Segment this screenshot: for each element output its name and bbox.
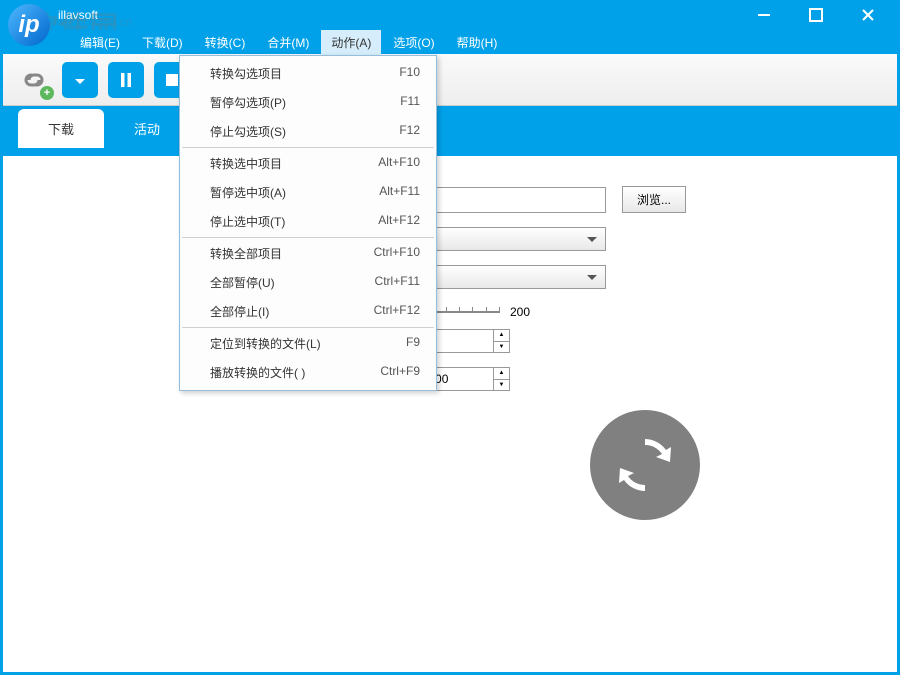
app-logo: ip xyxy=(8,4,50,46)
menu-edit[interactable]: 编辑(E) xyxy=(70,30,130,55)
row-starttime: ▲▼ xyxy=(20,329,880,353)
dd-pause-selected[interactable]: 暂停选中项(A)Alt+F11 xyxy=(182,178,434,207)
close-button[interactable] xyxy=(856,3,880,27)
dd-pause-all[interactable]: 全部暂停(U)Ctrl+F11 xyxy=(182,268,434,297)
menu-download[interactable]: 下载(D) xyxy=(132,30,193,55)
menu-help[interactable]: 帮助(H) xyxy=(447,30,508,55)
dd-stop-selected[interactable]: 停止选中项(T)Alt+F12 xyxy=(182,207,434,236)
content-area: 浏览... 200 xyxy=(0,156,900,435)
menu-action[interactable]: 动作(A) xyxy=(321,30,381,55)
dd-pause-checked[interactable]: 暂停勾选项(P)F11 xyxy=(182,88,434,117)
minimize-button[interactable] xyxy=(752,3,776,27)
dd-convert-checked[interactable]: 转换勾选项目F10 xyxy=(182,59,434,88)
row-endtime: 结束时间: 0:00:00.000 ▲▼ xyxy=(20,367,880,391)
pause-button[interactable] xyxy=(108,62,144,98)
titlebar: ip illavsoft xyxy=(0,0,900,30)
action-dropdown-menu: 转换勾选项目F10 暂停勾选项(P)F11 停止勾选项(S)F12 转换选中项目… xyxy=(179,55,437,391)
row-slider: 200 xyxy=(20,303,880,321)
plus-icon: + xyxy=(40,86,54,100)
dd-convert-selected[interactable]: 转换选中项目Alt+F10 xyxy=(182,149,434,178)
refresh-icon xyxy=(615,435,675,495)
dd-locate-file[interactable]: 定位到转换的文件(L)F9 xyxy=(182,329,434,358)
download-button[interactable] xyxy=(62,62,98,98)
dd-convert-all[interactable]: 转换全部项目Ctrl+F10 xyxy=(182,239,434,268)
window-controls xyxy=(752,3,892,27)
add-link-button[interactable]: + xyxy=(16,62,52,98)
menu-convert[interactable]: 转换(C) xyxy=(195,30,256,55)
left-border xyxy=(0,0,3,675)
tab-activity[interactable]: 活动 xyxy=(104,109,190,148)
dd-stop-checked[interactable]: 停止勾选项(S)F12 xyxy=(182,117,434,146)
content-accent-bar xyxy=(0,148,900,156)
start-time-spinner[interactable]: ▲▼ xyxy=(493,330,509,352)
window-title: illavsoft xyxy=(58,8,98,22)
menubar: 编辑(E) 下载(D) 转换(C) 合并(M) 动作(A) 选项(O) 帮助(H… xyxy=(0,30,900,54)
logo-glyph: ip xyxy=(18,11,39,39)
end-time-spinner[interactable]: ▲▼ xyxy=(493,368,509,390)
browse-button[interactable]: 浏览... xyxy=(622,186,686,213)
slider-max-label: 200 xyxy=(510,305,530,319)
maximize-button[interactable] xyxy=(804,3,828,27)
tab-download[interactable]: 下载 xyxy=(18,109,104,148)
row-path: 浏览... xyxy=(20,186,880,213)
menu-merge[interactable]: 合并(M) xyxy=(257,30,319,55)
row-select2 xyxy=(20,265,880,289)
convert-run-button[interactable] xyxy=(590,410,700,520)
toolbar: + xyxy=(0,54,900,106)
menu-options[interactable]: 选项(O) xyxy=(383,30,444,55)
dd-stop-all[interactable]: 全部停止(I)Ctrl+F12 xyxy=(182,297,434,326)
dd-play-file[interactable]: 播放转换的文件( )Ctrl+F9 xyxy=(182,358,434,387)
tab-strip: 下载 活动 xyxy=(0,106,900,148)
row-select1 xyxy=(20,227,880,251)
